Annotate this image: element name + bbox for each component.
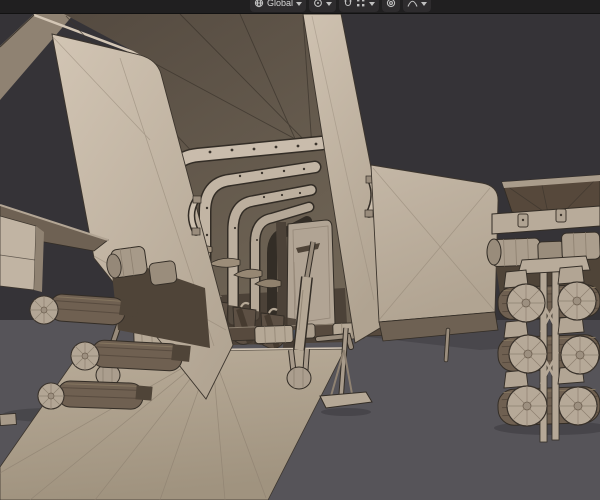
pivot-point-dropdown[interactable] [309, 0, 337, 12]
chevron-down-icon [296, 2, 303, 6]
left-pod-log-tip [0, 413, 17, 426]
right-gear-pod[interactable] [486, 174, 600, 443]
proportional-falloff-dropdown[interactable] [403, 0, 432, 12]
snap-controls[interactable] [339, 0, 380, 12]
proportional-falloff-curve-icon [407, 0, 418, 7]
proportional-editing-circle-icon [386, 0, 396, 8]
viewport-header: Global [0, 0, 600, 14]
transform-orientation-dropdown[interactable]: Global [250, 0, 307, 12]
chevron-down-icon [326, 2, 333, 6]
snap-increment-icon [357, 0, 365, 7]
chevron-down-icon [369, 2, 376, 6]
snap-magnet-icon [344, 0, 352, 7]
floor-shadow-foot [321, 408, 371, 416]
right-wing-pylon[interactable] [370, 164, 499, 363]
3d-viewport[interactable] [0, 0, 600, 500]
proportional-editing-toggle[interactable] [382, 0, 401, 12]
viewport-header-widgets: Global [250, 0, 432, 12]
transform-orientation-label: Global [267, 0, 294, 8]
transform-orientation-global-icon [254, 0, 264, 8]
chevron-down-icon [421, 2, 428, 6]
pivot-point-icon [314, 0, 322, 7]
blender-window: Global [0, 0, 600, 500]
